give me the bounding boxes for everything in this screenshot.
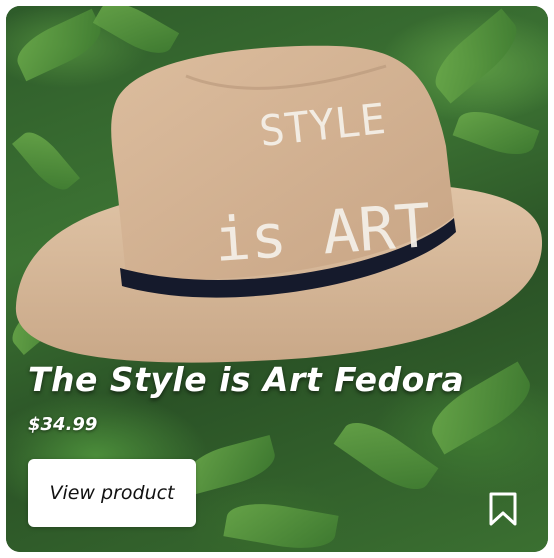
- product-price: $34.99: [28, 414, 98, 435]
- product-title: The Style is Art Fedora: [28, 360, 465, 399]
- view-product-button[interactable]: View product: [28, 459, 196, 527]
- product-card[interactable]: STYLE is ART The Style is Art Fedora $34…: [6, 6, 548, 552]
- bookmark-icon[interactable]: [488, 492, 518, 526]
